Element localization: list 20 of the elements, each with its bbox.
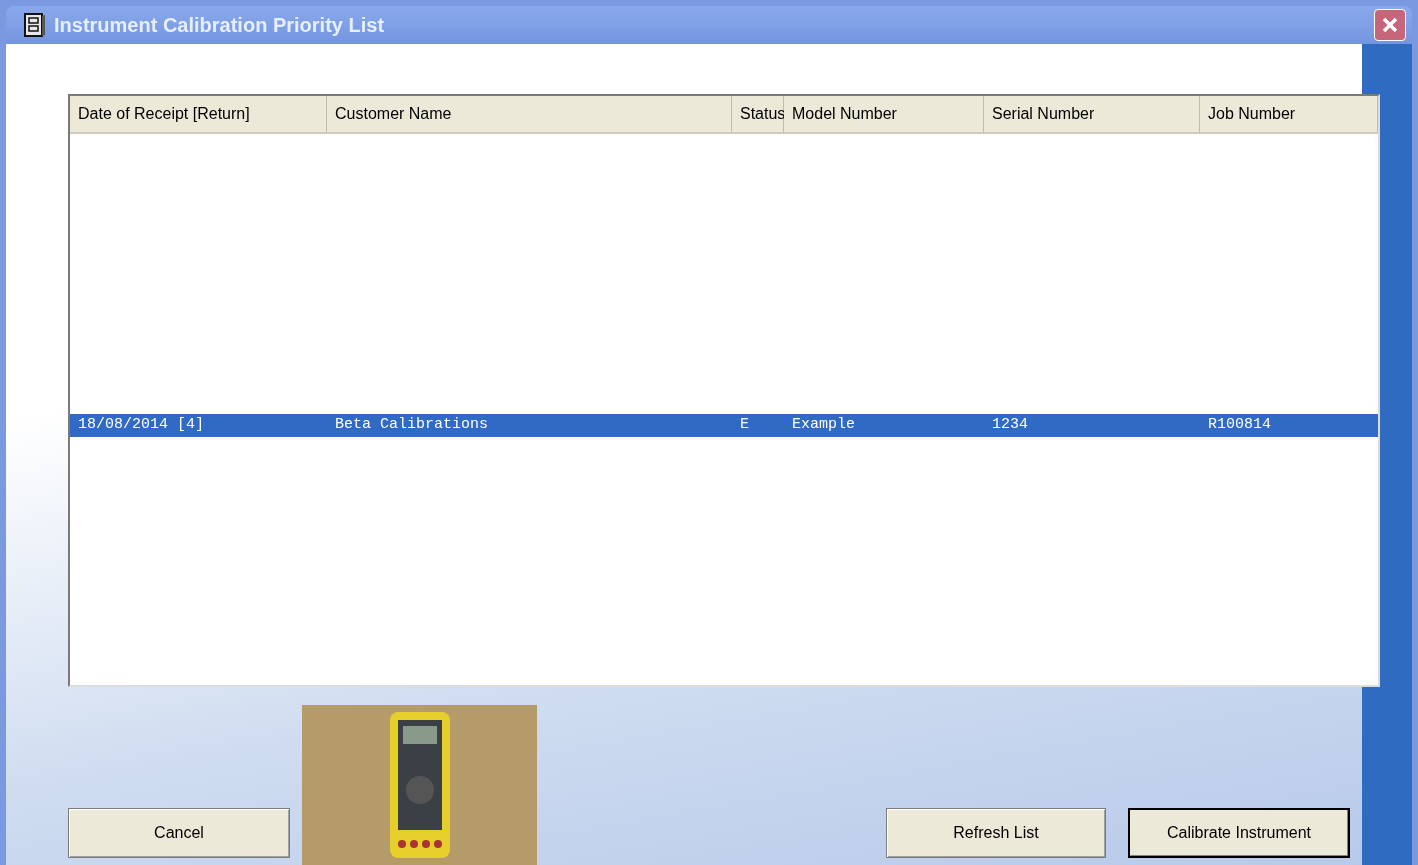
table-cell-text: Beta Calibrations	[334, 415, 490, 436]
column-header[interactable]: Status	[732, 96, 784, 134]
column-header[interactable]: Model Number	[784, 96, 984, 134]
dialog-button[interactable]: Calibrate Instrument	[1128, 808, 1350, 858]
column-header[interactable]: Date of Receipt [Return]	[70, 96, 327, 134]
table-cell-text: R100814	[1207, 415, 1272, 436]
column-header[interactable]: Job Number	[1200, 96, 1378, 134]
list-row[interactable]: 18/08/2014 [4] Beta Calibrations E Example 1234 R100814	[70, 414, 1378, 437]
table-cell-text: Example	[791, 415, 856, 436]
table-cell-text: E	[739, 415, 750, 436]
column-header[interactable]: Serial Number	[984, 96, 1200, 134]
window-title: Instrument Calibration Priority List	[54, 13, 386, 38]
close-button[interactable]	[1374, 9, 1406, 41]
dialog-button[interactable]: Refresh List	[886, 808, 1106, 858]
table-cell-text: 18/08/2014 [4]	[77, 415, 206, 436]
close-icon	[1381, 16, 1399, 34]
column-header[interactable]: Customer Name	[327, 96, 732, 134]
app-icon	[24, 13, 46, 37]
table-cell-text: 1234	[991, 415, 1029, 436]
dialog-button[interactable]: Cancel	[68, 808, 290, 858]
